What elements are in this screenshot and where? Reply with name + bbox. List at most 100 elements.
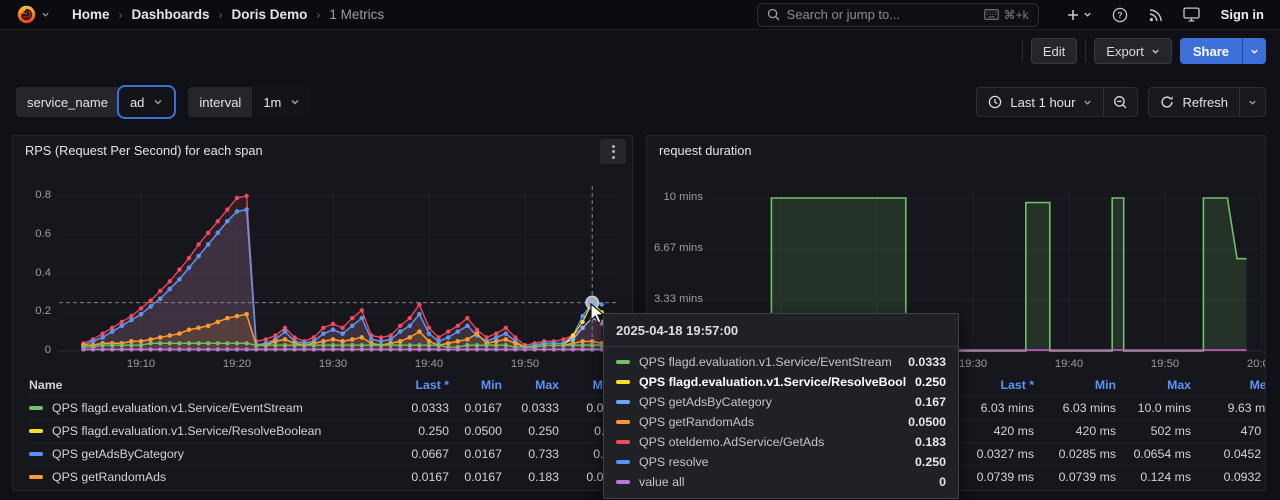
panel-menu-button[interactable] [600,139,626,164]
chevron-down-icon [1248,98,1257,107]
legend-header-max[interactable]: Max [502,378,559,392]
series-value: 0.250 [915,455,946,469]
tooltip-row: QPS oteldemo.AdService/GetAds0.183 [604,432,958,452]
tooltip-timestamp: 2025-04-18 19:57:00 [604,314,958,347]
clock-icon [988,95,1002,109]
zoom-out-button[interactable] [1104,88,1137,116]
edit-button[interactable]: Edit [1031,38,1077,64]
series-swatch [616,480,630,484]
keyboard-icon [984,9,999,20]
series-swatch [616,440,630,444]
tooltip-row: QPS resolve 0.250 [604,452,958,472]
chevron-down-icon [1151,47,1160,56]
news-button[interactable] [1141,3,1171,27]
legend-row: QPS getAdsByCategory 0.0667 0.0167 0.733… [29,442,624,465]
y-tick-label: 6.67 mins [646,242,703,254]
help-button[interactable]: ? [1105,3,1135,27]
series-swatch [29,429,43,433]
y-tick-label: 3.33 mins [646,293,703,305]
service-name-select[interactable]: ad [119,87,174,117]
time-range-button[interactable]: Last 1 hour [977,88,1103,116]
refresh-picker: Refresh [1148,87,1266,117]
panel-rps: RPS (Request Per Second) for each span N… [12,135,633,491]
legend-header-mean[interactable]: Mean [1191,378,1266,392]
legend-max-value: 10.0 mins [1116,401,1191,415]
refresh-button[interactable]: Refresh [1149,88,1239,116]
breadcrumb-dashboards[interactable]: Dashboards [132,7,210,22]
x-tick-label: 19:20 [209,358,265,370]
tooltip-row: QPS getRandomAds 0.0500 [604,412,958,432]
display-button[interactable] [1177,3,1207,27]
series-name: QPS getAdsByCategory [52,447,184,461]
legend-min-value: 0.0285 ms [1034,447,1116,461]
legend-max-value: 0.733 [502,447,559,461]
series-value: 0.183 [915,435,946,449]
legend-max-value: 0.0333 [502,401,559,415]
x-tick-label: 19:10 [113,358,169,370]
breadcrumb-doris-demo[interactable]: Doris Demo [232,7,308,22]
breadcrumb-home[interactable]: Home [72,7,110,22]
search-input[interactable]: Search or jump to... ⌘+k [757,3,1039,27]
legend-min-value: 420 ms [1034,424,1116,438]
y-tick-label: 0.6 [12,228,51,240]
chevron-down-icon [153,97,163,107]
series-name: value all [639,475,930,489]
interval-select[interactable]: 1m [252,87,311,117]
grafana-dashboard: { "topnav": { "breadcrumbs": ["Home", "D… [0,0,1280,500]
legend-header-max[interactable]: Max [1116,378,1191,392]
add-menu-button[interactable] [1059,3,1099,27]
x-tick-label: 20:00 [1233,358,1266,370]
legend-max-value: 502 ms [1116,424,1191,438]
zoom-out-icon [1113,95,1128,110]
rps-time-series-chart[interactable] [13,178,633,373]
svg-text:?: ? [1117,10,1122,20]
x-tick-label: 19:40 [401,358,457,370]
legend-min-value: 6.03 mins [1034,401,1116,415]
legend-header-name[interactable]: Name [29,378,377,392]
legend-header-row: Name Last * Min Max Mean [29,373,624,396]
legend-mean-value: 9.63 mins [1191,401,1266,415]
grafana-logo-menu[interactable] [16,4,50,25]
share-button[interactable]: Share [1180,38,1242,64]
series-swatch [616,400,630,404]
series-swatch [29,452,43,456]
legend-row: QPS flagd.evaluation.v1.Service/ResolveB… [29,419,624,442]
variable-service-name: service_name ad [16,87,174,117]
y-tick-label: 0.4 [12,267,51,279]
legend-header-last[interactable]: Last * [377,378,449,392]
tooltip-row: value all0 [604,472,958,492]
legend-header-min[interactable]: Min [449,378,502,392]
rps-legend-table: Name Last * Min Max Mean QPS flagd.evalu… [29,373,624,488]
breadcrumb-separator: › [316,8,320,22]
service-name-label: service_name [16,87,119,117]
legend-row: QPS flagd.evaluation.v1.Service/EventStr… [29,396,624,419]
interval-label: interval [188,87,252,117]
panel-rps-title[interactable]: RPS (Request Per Second) for each span [25,143,263,158]
tooltip-row: QPS flagd.evaluation.v1.Service/EventStr… [604,352,958,372]
refresh-icon [1160,95,1174,109]
series-swatch [616,460,630,464]
legend-last-value: 0.0333 [377,401,449,415]
legend-max-value: 0.250 [502,424,559,438]
y-tick-label: 10 mins [646,191,703,203]
legend-min-value: 0.0500 [449,424,502,438]
series-name: QPS getRandomAds [639,415,899,429]
y-tick-label: 0.8 [12,189,51,201]
search-icon [767,8,780,21]
legend-header-min[interactable]: Min [1034,378,1116,392]
sign-in-button[interactable]: Sign in [1221,7,1264,22]
legend-mean-value: 470 ms [1191,424,1266,438]
refresh-interval-caret[interactable] [1240,88,1265,116]
series-value: 0.250 [915,375,946,389]
toolbar-divider [1022,40,1023,62]
panel-request-duration-title[interactable]: request duration [659,143,751,158]
chevron-down-icon [1083,10,1092,19]
legend-min-value: 0.0167 [449,447,502,461]
series-name: QPS flagd.evaluation.v1.Service/EventStr… [52,401,303,415]
series-value: 0.0500 [908,415,946,429]
legend-min-value: 0.0167 [449,470,502,484]
legend-max-value: 0.0654 ms [1116,447,1191,461]
series-name: QPS resolve [639,455,906,469]
export-button[interactable]: Export [1094,38,1172,64]
share-menu-caret[interactable] [1242,38,1266,64]
